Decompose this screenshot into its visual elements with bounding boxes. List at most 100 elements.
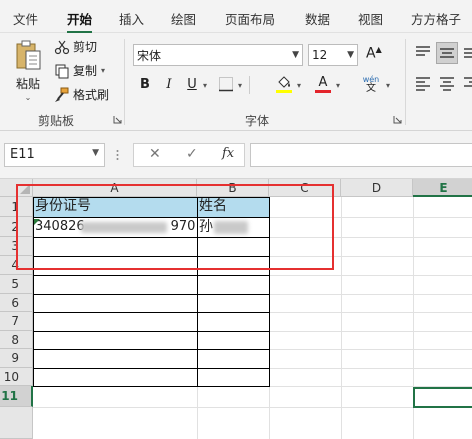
italic-button[interactable]: I xyxy=(161,73,177,95)
bold-button[interactable]: B xyxy=(137,73,153,95)
align-top-icon xyxy=(416,46,430,56)
annotation-highlight-box xyxy=(16,184,334,270)
row-header-7[interactable]: 7 xyxy=(0,312,33,331)
column-header-d[interactable]: D xyxy=(341,179,413,197)
align-center-icon xyxy=(440,77,454,91)
row-header-8[interactable]: 8 xyxy=(0,331,33,349)
insert-function-icon[interactable]: fx xyxy=(222,146,234,161)
chevron-down-icon[interactable]: ▾ xyxy=(336,81,340,90)
align-bottom-button[interactable] xyxy=(461,42,472,62)
name-box[interactable]: E11 ▼ xyxy=(4,143,105,167)
row-header-10[interactable]: 10 xyxy=(0,368,33,386)
font-color-button[interactable]: A xyxy=(313,73,333,95)
dialog-launcher-icon[interactable] xyxy=(113,115,122,124)
gridline xyxy=(33,407,472,408)
font-size-select[interactable]: 12 ▼ xyxy=(308,44,358,66)
chevron-down-icon[interactable]: ▾ xyxy=(203,81,207,90)
paste-button[interactable]: 粘贴 ⌄ xyxy=(10,39,46,109)
font-color-swatch xyxy=(315,89,331,93)
chevron-down-icon[interactable]: ▼ xyxy=(92,148,99,158)
table-border xyxy=(33,368,270,369)
tab-data[interactable]: 数据 xyxy=(305,9,330,28)
dialog-launcher-icon[interactable] xyxy=(393,115,402,124)
paste-label: 粘贴 xyxy=(15,77,40,91)
chevron-down-icon[interactable]: ▾ xyxy=(297,81,301,90)
scissors-icon xyxy=(54,40,70,54)
copy-label: 复制 xyxy=(73,64,98,78)
chevron-down-icon: ▼ xyxy=(347,50,354,60)
drag-handle-icon[interactable] xyxy=(116,149,119,161)
font-size-value: 12 xyxy=(312,48,328,62)
format-painter-button[interactable]: 格式刷 xyxy=(54,86,109,103)
underline-button[interactable]: U xyxy=(184,73,200,95)
table-border xyxy=(33,331,270,332)
increase-font-size-button[interactable]: A▲ xyxy=(366,45,382,62)
row-header-5[interactable]: 5 xyxy=(0,275,33,294)
font-name-value: 宋体 xyxy=(137,48,162,63)
tab-insert[interactable]: 插入 xyxy=(119,9,144,28)
paint-bucket-icon xyxy=(278,75,290,88)
tab-fangfang[interactable]: 方方格子 xyxy=(411,9,461,28)
copy-button[interactable]: 复制 ▾ xyxy=(54,62,105,79)
table-border xyxy=(33,349,270,350)
chevron-down-icon: ⌄ xyxy=(24,93,32,102)
phonetic-char: 文 xyxy=(366,83,376,94)
group-separator xyxy=(405,39,406,125)
table-border xyxy=(33,312,270,313)
inline-separator xyxy=(249,76,250,94)
row-header-9[interactable]: 9 xyxy=(0,349,33,368)
brush-icon xyxy=(55,87,69,102)
align-left-button[interactable] xyxy=(413,73,433,93)
cancel-icon[interactable]: ✕ xyxy=(149,146,161,162)
copy-icon xyxy=(55,64,69,78)
active-cell-e11[interactable] xyxy=(413,387,472,408)
borders-icon xyxy=(219,77,233,92)
formula-input[interactable] xyxy=(250,143,472,167)
tab-draw[interactable]: 绘图 xyxy=(171,9,196,28)
format-painter-label: 格式刷 xyxy=(73,88,110,102)
gridline xyxy=(341,197,342,439)
chevron-down-icon: ▼ xyxy=(292,50,299,60)
increase-font-icon: A▲ xyxy=(366,45,382,62)
row-header-6[interactable]: 6 xyxy=(0,294,33,312)
chevron-down-icon[interactable]: ▾ xyxy=(238,81,242,90)
paste-icon xyxy=(16,40,41,70)
borders-button[interactable] xyxy=(216,73,236,95)
align-left-icon xyxy=(416,77,430,91)
table-border xyxy=(33,294,270,295)
formula-bar: E11 ▼ ✕ ✓ fx xyxy=(0,131,472,179)
tab-home[interactable]: 开始 xyxy=(67,9,93,34)
chevron-down-icon[interactable]: ▾ xyxy=(386,81,390,90)
row-header-12[interactable] xyxy=(0,407,33,439)
cut-label: 剪切 xyxy=(73,40,98,54)
align-middle-button[interactable] xyxy=(436,42,458,64)
align-right-button[interactable] xyxy=(461,73,472,93)
formula-buttons: ✕ ✓ fx xyxy=(133,143,245,167)
font-group-label: 字体 xyxy=(245,114,270,128)
fill-color-button[interactable] xyxy=(273,73,295,95)
name-box-value: E11 xyxy=(10,147,35,162)
align-middle-icon xyxy=(440,48,454,58)
group-separator xyxy=(124,39,125,125)
table-border xyxy=(33,275,270,276)
clipboard-group-label: 剪贴板 xyxy=(38,114,75,128)
chevron-down-icon: ▾ xyxy=(101,66,106,75)
tab-file[interactable]: 文件 xyxy=(13,9,38,28)
align-center-button[interactable] xyxy=(437,73,457,93)
column-header-e[interactable]: E xyxy=(413,179,472,197)
tab-page-layout[interactable]: 页面布局 xyxy=(225,9,275,28)
ribbon: 粘贴 ⌄ 剪切 复制 ▾ 格式刷 剪贴板 宋体 ▼ 12 ▼ A▲ B I U … xyxy=(0,33,472,131)
align-right-icon xyxy=(464,77,472,87)
align-bottom-icon xyxy=(464,48,472,58)
check-icon[interactable]: ✓ xyxy=(186,146,198,162)
font-color-glyph: A xyxy=(318,74,328,90)
menu-bar: 文件 开始 插入 绘图 页面布局 数据 视图 方方格子 xyxy=(0,0,472,34)
phonetic-button[interactable]: wén 文 xyxy=(358,73,384,95)
align-top-button[interactable] xyxy=(413,42,433,62)
font-name-select[interactable]: 宋体 ▼ xyxy=(133,44,303,66)
row-header-11[interactable]: 11 xyxy=(0,386,33,407)
cut-button[interactable]: 剪切 xyxy=(54,38,97,55)
fill-color-swatch xyxy=(276,89,292,93)
tab-view[interactable]: 视图 xyxy=(358,9,383,28)
table-border xyxy=(33,386,270,387)
